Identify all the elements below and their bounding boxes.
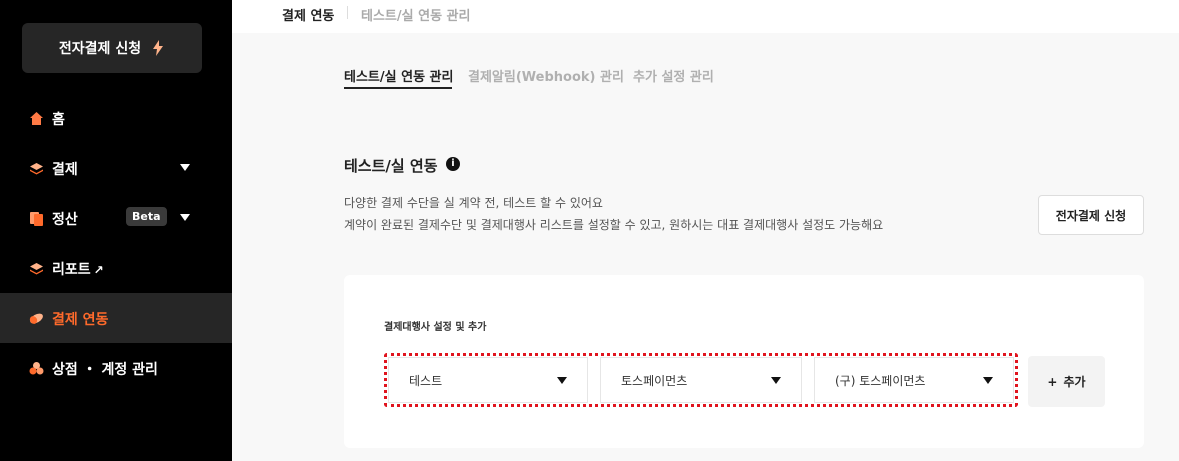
breadcrumb-divider bbox=[347, 6, 348, 19]
section-title: 테스트/실 연동 bbox=[344, 157, 438, 175]
sidebar-item-label: 정산 bbox=[52, 212, 78, 228]
sidebar-item-label-wrap: 리포트 ↗ bbox=[52, 259, 104, 279]
section-description-line2: 계약이 완료된 결제수단 및 결제대행사 리스트를 설정할 수 있고, 원하시는… bbox=[344, 218, 884, 232]
beta-badge: Beta bbox=[126, 207, 167, 226]
select-value: 테스트 bbox=[409, 374, 443, 388]
sidebar-item-label: 리포트 bbox=[52, 262, 91, 278]
active-tab-indicator bbox=[344, 87, 452, 89]
plus-icon: + bbox=[1047, 374, 1058, 389]
layers-icon bbox=[30, 263, 43, 275]
sidebar-item-label: 결제 bbox=[52, 162, 78, 178]
chevron-down-icon bbox=[983, 377, 993, 384]
sidebar: 전자결제 신청 홈 결제 정산 Beta 리포트 ↗ 결제 연동 상점 ・ 계정… bbox=[0, 0, 232, 461]
layers-icon bbox=[30, 163, 43, 175]
sidebar-item-settlement[interactable]: 정산 Beta bbox=[0, 193, 232, 243]
tab-test-live[interactable]: 테스트/실 연동 관리 bbox=[344, 66, 453, 85]
lightning-icon bbox=[153, 40, 164, 56]
document-icon bbox=[30, 212, 43, 226]
breadcrumb-current[interactable]: 결제 연동 bbox=[282, 5, 334, 24]
home-icon bbox=[30, 112, 43, 125]
sidebar-apply-button[interactable]: 전자결제 신청 bbox=[22, 23, 202, 73]
pg-version-select[interactable]: (구) 토스페이먼츠 bbox=[814, 357, 1014, 403]
apply-payment-button[interactable]: 전자결제 신청 bbox=[1038, 195, 1144, 235]
sidebar-apply-label: 전자결제 신청 bbox=[58, 41, 142, 57]
sidebar-item-label: 결제 연동 bbox=[52, 312, 109, 328]
external-link-icon: ↗ bbox=[93, 263, 104, 277]
users-icon bbox=[29, 362, 44, 375]
add-button-label: 추가 bbox=[1063, 375, 1086, 389]
chevron-down-icon bbox=[771, 377, 781, 384]
select-value: (구) 토스페이먼츠 bbox=[835, 374, 926, 388]
info-icon[interactable]: i bbox=[446, 157, 460, 171]
sidebar-item-label: 홈 bbox=[52, 112, 65, 128]
chevron-down-icon bbox=[180, 164, 190, 171]
sidebar-item-report[interactable]: 리포트 ↗ bbox=[0, 243, 232, 293]
env-select[interactable]: 테스트 bbox=[388, 357, 588, 403]
sidebar-item-payment[interactable]: 결제 bbox=[0, 143, 232, 193]
breadcrumb-sub[interactable]: 테스트/실 연동 관리 bbox=[361, 5, 470, 24]
sidebar-item-store-account[interactable]: 상점 ・ 계정 관리 bbox=[0, 343, 232, 393]
pg-settings-label: 결제대행사 설정 및 추가 bbox=[384, 322, 487, 333]
chevron-down-icon bbox=[180, 214, 190, 221]
sidebar-item-label: 상점 ・ 계정 관리 bbox=[52, 362, 158, 378]
tab-extra-settings[interactable]: 추가 설정 관리 bbox=[633, 66, 714, 85]
sidebar-item-home[interactable]: 홈 bbox=[0, 93, 232, 143]
tab-webhook[interactable]: 결제알림(Webhook) 관리 bbox=[468, 66, 624, 85]
add-pg-button[interactable]: + 추가 bbox=[1028, 356, 1105, 407]
breadcrumb: 결제 연동 테스트/실 연동 관리 bbox=[232, 0, 1179, 33]
select-value: 토스페이먼츠 bbox=[621, 374, 688, 388]
sidebar-item-integration[interactable]: 결제 연동 bbox=[0, 293, 232, 343]
chevron-down-icon bbox=[557, 377, 567, 384]
section-description-line1: 다양한 결제 수단을 실 계약 전, 테스트 할 수 있어요 bbox=[344, 196, 603, 210]
pg-select[interactable]: 토스페이먼츠 bbox=[600, 357, 802, 403]
pg-settings-card: 결제대행사 설정 및 추가 테스트 토스페이먼츠 (구) 토스페이먼츠 + 추가 bbox=[344, 275, 1144, 448]
pill-icon bbox=[29, 313, 43, 324]
